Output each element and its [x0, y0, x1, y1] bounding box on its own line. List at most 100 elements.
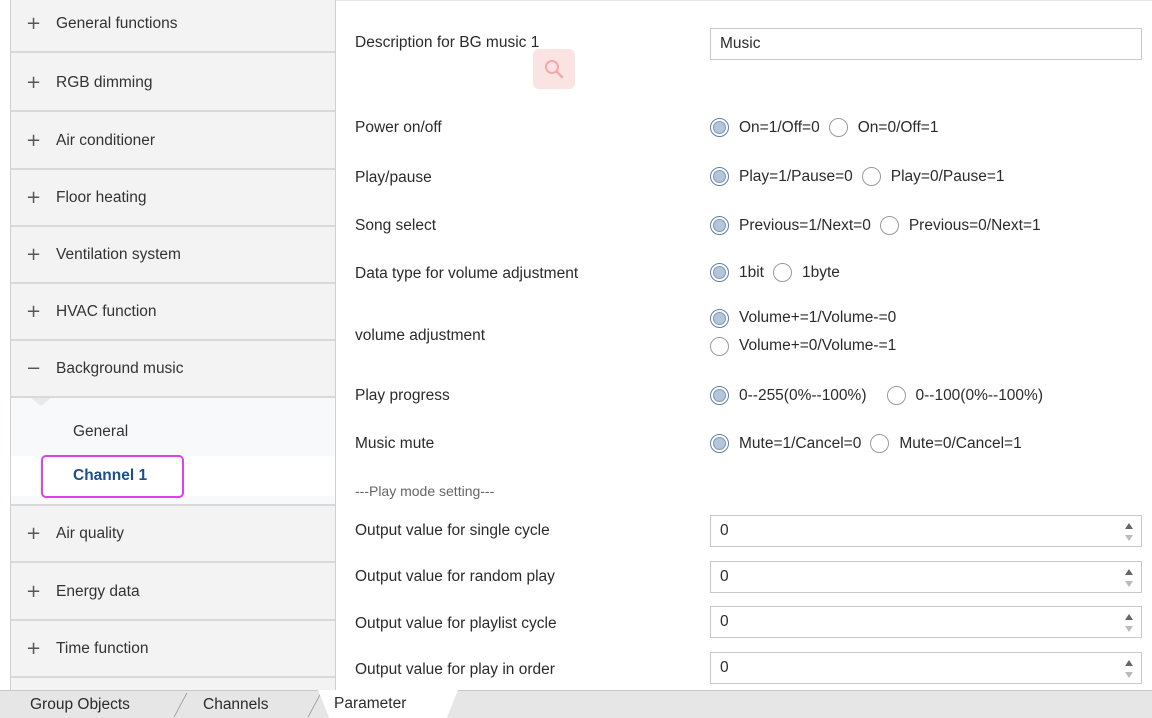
sidebar-subitem-general[interactable]: General — [11, 412, 335, 452]
radio-checked-icon[interactable] — [710, 263, 729, 282]
sidebar-item-label: Energy data — [56, 582, 140, 600]
radio-option-label: Volume+=1/Volume-=0 — [739, 309, 897, 326]
radio-unchecked-icon[interactable] — [828, 118, 848, 137]
description-input[interactable]: Music — [710, 28, 1142, 60]
sidebar-item-ventilation-system[interactable]: + Ventilation system — [11, 227, 335, 284]
play-progress-option-2[interactable]: 0--100(0%--100%) — [886, 386, 1043, 405]
expand-plus-icon: + — [25, 13, 42, 34]
play-progress-option-1[interactable]: 0--255(0%--100%) — [710, 386, 867, 405]
music-mute-option-1[interactable]: Mute=1/Cancel=0 — [710, 434, 861, 453]
spin-arrows[interactable] — [1123, 657, 1135, 681]
sidebar-item-time-function[interactable]: + Time function — [11, 621, 335, 678]
description-label: Description for BG music 1 — [355, 34, 540, 51]
play-progress-radio-group: 0--255(0%--100%) 0--100(0%--100%) — [710, 386, 1043, 405]
sidebar-item-rgb-dimming[interactable]: + RGB dimming — [11, 55, 335, 112]
sidebar-subitem-label: General — [73, 423, 129, 440]
radio-option-label: Mute=0/Cancel=1 — [899, 434, 1022, 452]
radio-unchecked-icon[interactable] — [710, 336, 729, 356]
expand-plus-icon: + — [25, 187, 42, 208]
radio-unchecked-icon[interactable] — [861, 167, 881, 186]
sidebar-item-label: Time function — [56, 639, 149, 657]
spin-up-icon[interactable] — [1125, 614, 1133, 620]
radio-checked-icon[interactable] — [710, 308, 729, 328]
sidebar-item-air-conditioner[interactable]: + Air conditioner — [11, 113, 335, 170]
stepper-value: 0 — [720, 522, 729, 539]
volume-adjustment-option-1[interactable]: Volume+=1/Volume-=0 — [710, 306, 896, 330]
play-pause-option-2[interactable]: Play=0/Pause=1 — [861, 167, 1005, 186]
tab-label: Channels — [203, 696, 269, 713]
power-option-1[interactable]: On=1/Off=0 — [710, 118, 820, 137]
sidebar-item-label: RGB dimming — [56, 73, 153, 91]
song-select-option-1[interactable]: Previous=1/Next=0 — [710, 216, 871, 235]
sidebar-item-floor-heating[interactable]: + Floor heating — [11, 170, 335, 227]
play-mode-section-title: ---Play mode setting--- — [355, 483, 495, 499]
spin-down-icon[interactable] — [1125, 626, 1133, 632]
volume-adjustment-label: volume adjustment — [355, 327, 486, 344]
play-in-order-stepper[interactable]: 0 — [710, 652, 1142, 684]
expand-plus-icon: + — [25, 130, 42, 151]
tab-separator — [173, 693, 188, 717]
single-cycle-stepper[interactable]: 0 — [710, 515, 1142, 547]
sidebar-item-background-music[interactable]: − Background music — [11, 341, 335, 398]
play-pause-option-1[interactable]: Play=1/Pause=0 — [710, 167, 853, 186]
expand-plus-icon: + — [25, 301, 42, 322]
spin-up-icon[interactable] — [1125, 569, 1133, 575]
random-play-label: Output value for random play — [355, 568, 555, 585]
radio-option-label: On=1/Off=0 — [739, 118, 820, 136]
play-progress-label: Play progress — [355, 387, 450, 404]
radio-unchecked-icon[interactable] — [773, 263, 792, 282]
sidebar-item-label: General functions — [56, 14, 178, 32]
stepper-value: 0 — [720, 613, 729, 630]
play-pause-radio-group: Play=1/Pause=0 Play=0/Pause=1 — [710, 167, 1005, 186]
music-mute-option-2[interactable]: Mute=0/Cancel=1 — [870, 434, 1022, 453]
music-mute-radio-group: Mute=1/Cancel=0 Mute=0/Cancel=1 — [710, 434, 1022, 453]
expand-plus-icon: + — [25, 523, 42, 544]
subpanel-notch — [31, 398, 51, 406]
playlist-cycle-stepper[interactable]: 0 — [710, 606, 1142, 638]
radio-checked-icon[interactable] — [710, 216, 729, 235]
data-type-radio-group: 1bit 1byte — [710, 263, 840, 282]
song-select-option-2[interactable]: Previous=0/Next=1 — [879, 216, 1041, 235]
data-type-option-1[interactable]: 1bit — [710, 263, 764, 282]
tab-channels[interactable]: Channels — [203, 691, 269, 718]
single-cycle-label: Output value for single cycle — [355, 522, 550, 539]
stepper-value: 0 — [720, 568, 729, 585]
spin-down-icon[interactable] — [1125, 581, 1133, 587]
radio-checked-icon[interactable] — [710, 118, 729, 137]
radio-option-label: 0--255(0%--100%) — [739, 386, 867, 404]
sidebar-item-energy-data[interactable]: + Energy data — [11, 564, 335, 621]
sidebar-item-label: Background music — [56, 359, 184, 377]
radio-checked-icon[interactable] — [710, 434, 729, 453]
radio-unchecked-icon[interactable] — [879, 216, 899, 235]
sidebar-item-hvac-function[interactable]: + HVAC function — [11, 284, 335, 341]
sidebar-subitem-channel-1[interactable]: Channel 1 — [11, 456, 335, 496]
parameter-panel: Description for BG music 1 Music Power o… — [336, 0, 1152, 690]
play-pause-label: Play/pause — [355, 169, 432, 186]
sidebar-item-general-functions[interactable]: + General functions — [11, 0, 335, 53]
spin-down-icon[interactable] — [1125, 672, 1133, 678]
search-icon — [533, 49, 575, 89]
sidebar-item-air-quality[interactable]: + Air quality — [11, 506, 335, 563]
radio-checked-icon[interactable] — [710, 386, 729, 405]
random-play-stepper[interactable]: 0 — [710, 561, 1142, 593]
tab-group-objects[interactable]: Group Objects — [30, 691, 130, 718]
spin-arrows[interactable] — [1123, 611, 1135, 635]
radio-unchecked-icon[interactable] — [886, 386, 906, 405]
spin-down-icon[interactable] — [1125, 535, 1133, 541]
spin-arrows[interactable] — [1123, 566, 1135, 590]
expand-plus-icon: + — [25, 72, 42, 93]
tab-parameter[interactable]: Parameter — [318, 690, 458, 718]
radio-checked-icon[interactable] — [710, 167, 729, 186]
radio-option-label: Previous=1/Next=0 — [739, 216, 871, 234]
radio-option-label: Mute=1/Cancel=0 — [739, 434, 862, 452]
spin-up-icon[interactable] — [1125, 523, 1133, 529]
power-option-2[interactable]: On=0/Off=1 — [828, 118, 938, 137]
spin-up-icon[interactable] — [1125, 660, 1133, 666]
volume-adjustment-option-2[interactable]: Volume+=0/Volume-=1 — [710, 334, 896, 358]
radio-unchecked-icon[interactable] — [870, 434, 890, 453]
sidebar-subitem-label: Channel 1 — [73, 467, 148, 484]
spin-arrows[interactable] — [1123, 520, 1135, 544]
tab-separator — [307, 693, 322, 717]
data-type-option-2[interactable]: 1byte — [773, 263, 840, 282]
stepper-value: 0 — [720, 659, 729, 676]
